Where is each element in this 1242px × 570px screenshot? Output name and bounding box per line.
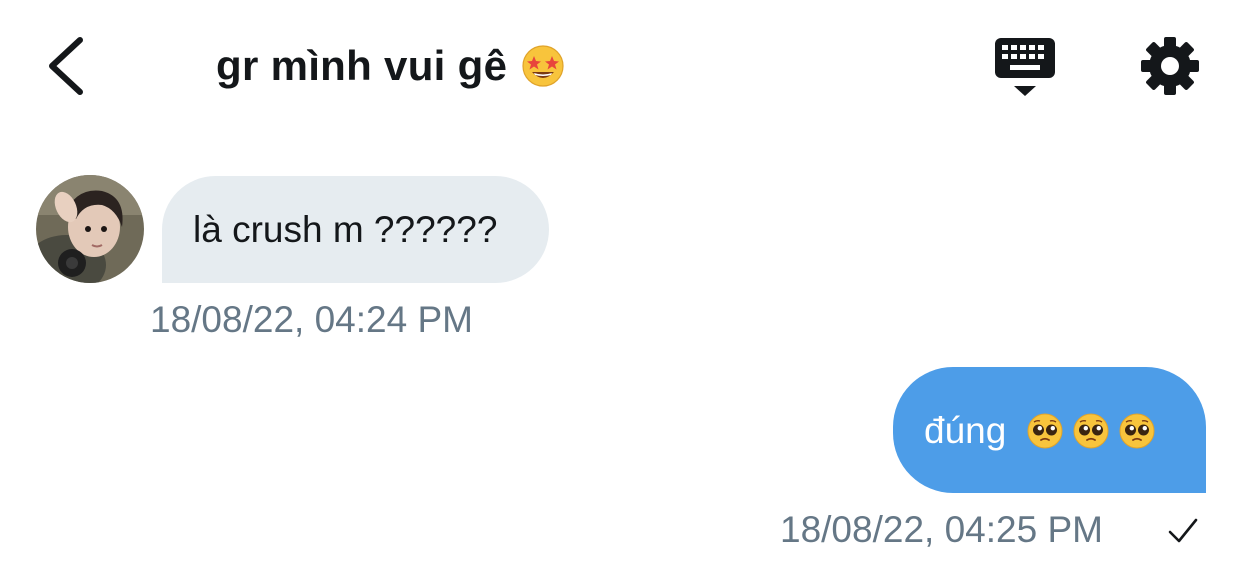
settings-button[interactable] bbox=[1138, 34, 1202, 98]
chat-header: gr mình vui gê bbox=[0, 0, 1242, 130]
chevron-left-icon bbox=[49, 37, 83, 95]
outgoing-message-timestamp: 18/08/22, 04:25 PM bbox=[780, 509, 1103, 550]
pleading-face-emoji-icon bbox=[1027, 413, 1063, 449]
keyboard-hide-icon bbox=[995, 38, 1055, 96]
sender-avatar[interactable] bbox=[36, 175, 144, 283]
incoming-message-text: là crush m ?????? bbox=[193, 209, 498, 250]
keyboard-toggle-button[interactable] bbox=[992, 36, 1058, 100]
star-struck-emoji-icon bbox=[522, 45, 564, 87]
conversation-title: gr mình vui gê bbox=[216, 42, 565, 90]
outgoing-message-text: đúng bbox=[924, 410, 1007, 451]
gear-icon bbox=[1141, 37, 1199, 95]
pleading-face-emoji-icon bbox=[1073, 413, 1109, 449]
outgoing-message-bubble[interactable]: đúng bbox=[893, 367, 1206, 493]
back-button[interactable] bbox=[38, 30, 98, 102]
check-icon bbox=[1168, 518, 1198, 543]
avatar-photo bbox=[36, 175, 144, 283]
outgoing-message-content: đúng bbox=[924, 410, 1156, 452]
incoming-message-bubble[interactable]: là crush m ?????? bbox=[162, 176, 549, 283]
pleading-face-emoji-icon bbox=[1119, 413, 1155, 449]
conversation-title-text: gr mình vui gê bbox=[216, 42, 508, 89]
incoming-message-timestamp: 18/08/22, 04:24 PM bbox=[150, 299, 473, 340]
